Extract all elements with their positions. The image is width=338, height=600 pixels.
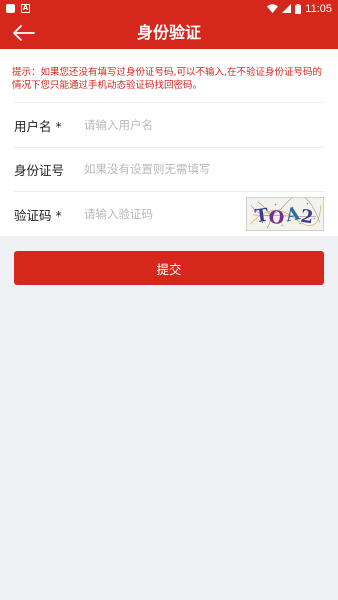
captcha-row: 验证码 * T O A 2 bbox=[14, 192, 324, 236]
username-row: 用户名 * bbox=[14, 103, 324, 147]
id-number-input[interactable] bbox=[84, 162, 324, 176]
hint-text: 提示：如果您还没有填写过身份证号码,可以不输入,在不验证身份证号码的情况下您只能… bbox=[12, 67, 323, 91]
signal-icon bbox=[282, 4, 292, 13]
a-badge-icon: A bbox=[21, 4, 30, 13]
app-square-icon bbox=[6, 4, 15, 13]
page-title: 身份验证 bbox=[136, 23, 201, 42]
submit-button[interactable]: 提交 bbox=[14, 251, 324, 285]
app-bar: 身份验证 bbox=[0, 17, 338, 49]
id-number-label: 身份证号 bbox=[14, 162, 65, 178]
captcha-char: O bbox=[268, 207, 286, 230]
captcha-char: 2 bbox=[299, 206, 314, 229]
wifi-icon bbox=[267, 4, 279, 13]
form-card: 提示：如果您还没有填写过身份证号码,可以不输入,在不验证身份证号码的情况下您只能… bbox=[0, 49, 338, 236]
username-label: 用户名 * bbox=[14, 118, 62, 134]
captcha-image[interactable]: T O A 2 bbox=[246, 197, 324, 231]
captcha-input[interactable] bbox=[84, 207, 246, 221]
id-number-row: 身份证号 bbox=[14, 147, 324, 191]
captcha-label: 验证码 * bbox=[14, 207, 62, 223]
status-bar: A 11:05 bbox=[0, 0, 338, 17]
battery-icon bbox=[295, 3, 302, 14]
username-input[interactable] bbox=[84, 118, 324, 132]
status-time: 11:05 bbox=[305, 2, 332, 15]
